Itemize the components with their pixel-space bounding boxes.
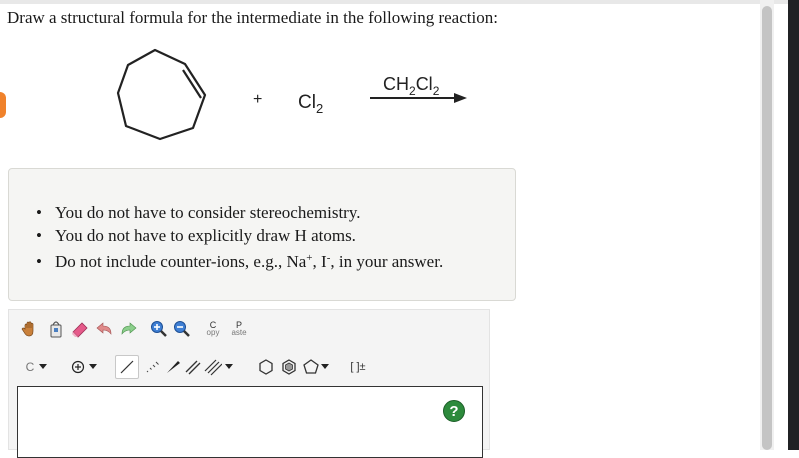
instruction-counter-ions: • Do not include counter-ions, e.g., Na+,… — [36, 252, 444, 271]
drawing-canvas[interactable] — [17, 386, 483, 458]
zoom-in-icon[interactable] — [147, 317, 171, 341]
charge-dropdown-icon[interactable] — [87, 355, 99, 379]
cyclohexane-icon[interactable] — [254, 355, 278, 379]
copy-label-bottom: opy — [206, 328, 220, 337]
toolbar-row-1: C opy P aste — [9, 317, 491, 345]
paste-label-bottom: aste — [231, 328, 247, 337]
bond-dropdown-icon[interactable] — [223, 355, 235, 379]
ring-dropdown-icon[interactable] — [319, 355, 331, 379]
benzene-icon[interactable] — [277, 355, 301, 379]
hand-icon[interactable] — [18, 317, 42, 341]
redo-icon[interactable] — [116, 317, 140, 341]
reaction-arrow-head — [454, 93, 467, 103]
eraser-icon[interactable] — [68, 317, 92, 341]
reaction-svg: + Cl2 CH2Cl2 — [116, 48, 467, 141]
reaction-scheme: + Cl2 CH2Cl2 — [100, 40, 500, 150]
undo-icon[interactable] — [93, 317, 117, 341]
element-label: C — [25, 360, 35, 374]
lasso-bag-icon[interactable] — [44, 317, 68, 341]
side-tab[interactable] — [0, 92, 6, 118]
instruction-h-atoms: • You do not have to explicitly draw H at… — [36, 226, 356, 245]
bracket-button[interactable]: [ ]± — [343, 355, 373, 379]
plus-sign: + — [253, 91, 262, 108]
bracket-label: [ ]± — [350, 361, 366, 373]
paste-button[interactable]: P aste — [227, 317, 251, 341]
cycloheptene-ring — [116, 48, 207, 141]
reagent-cl2: Cl2 — [298, 92, 323, 116]
window-edge — [788, 0, 799, 450]
solvent-label: CH2Cl2 — [383, 74, 440, 98]
triple-bond-icon[interactable] — [201, 355, 225, 379]
top-bar — [0, 0, 799, 4]
scrollbar-thumb[interactable] — [762, 6, 772, 450]
instructions-box: • You do not have to consider stereochemi… — [8, 168, 516, 301]
question-text: Draw a structural formula for the interm… — [7, 8, 498, 27]
instructions-list: • You do not have to consider stereochemi… — [36, 201, 444, 273]
copy-button[interactable]: C opy — [201, 317, 225, 341]
toolbar-row-2: C []± — [9, 353, 491, 381]
zoom-out-icon[interactable] — [170, 317, 194, 341]
instruction-stereochemistry: • You do not have to consider stereochemi… — [36, 203, 361, 222]
single-bond-icon[interactable] — [115, 355, 139, 379]
help-button[interactable]: ? — [443, 400, 465, 422]
vertical-scrollbar[interactable] — [760, 0, 774, 450]
structure-editor: C opy P aste C []± ? — [8, 309, 491, 458]
element-dropdown-icon[interactable] — [37, 355, 49, 379]
